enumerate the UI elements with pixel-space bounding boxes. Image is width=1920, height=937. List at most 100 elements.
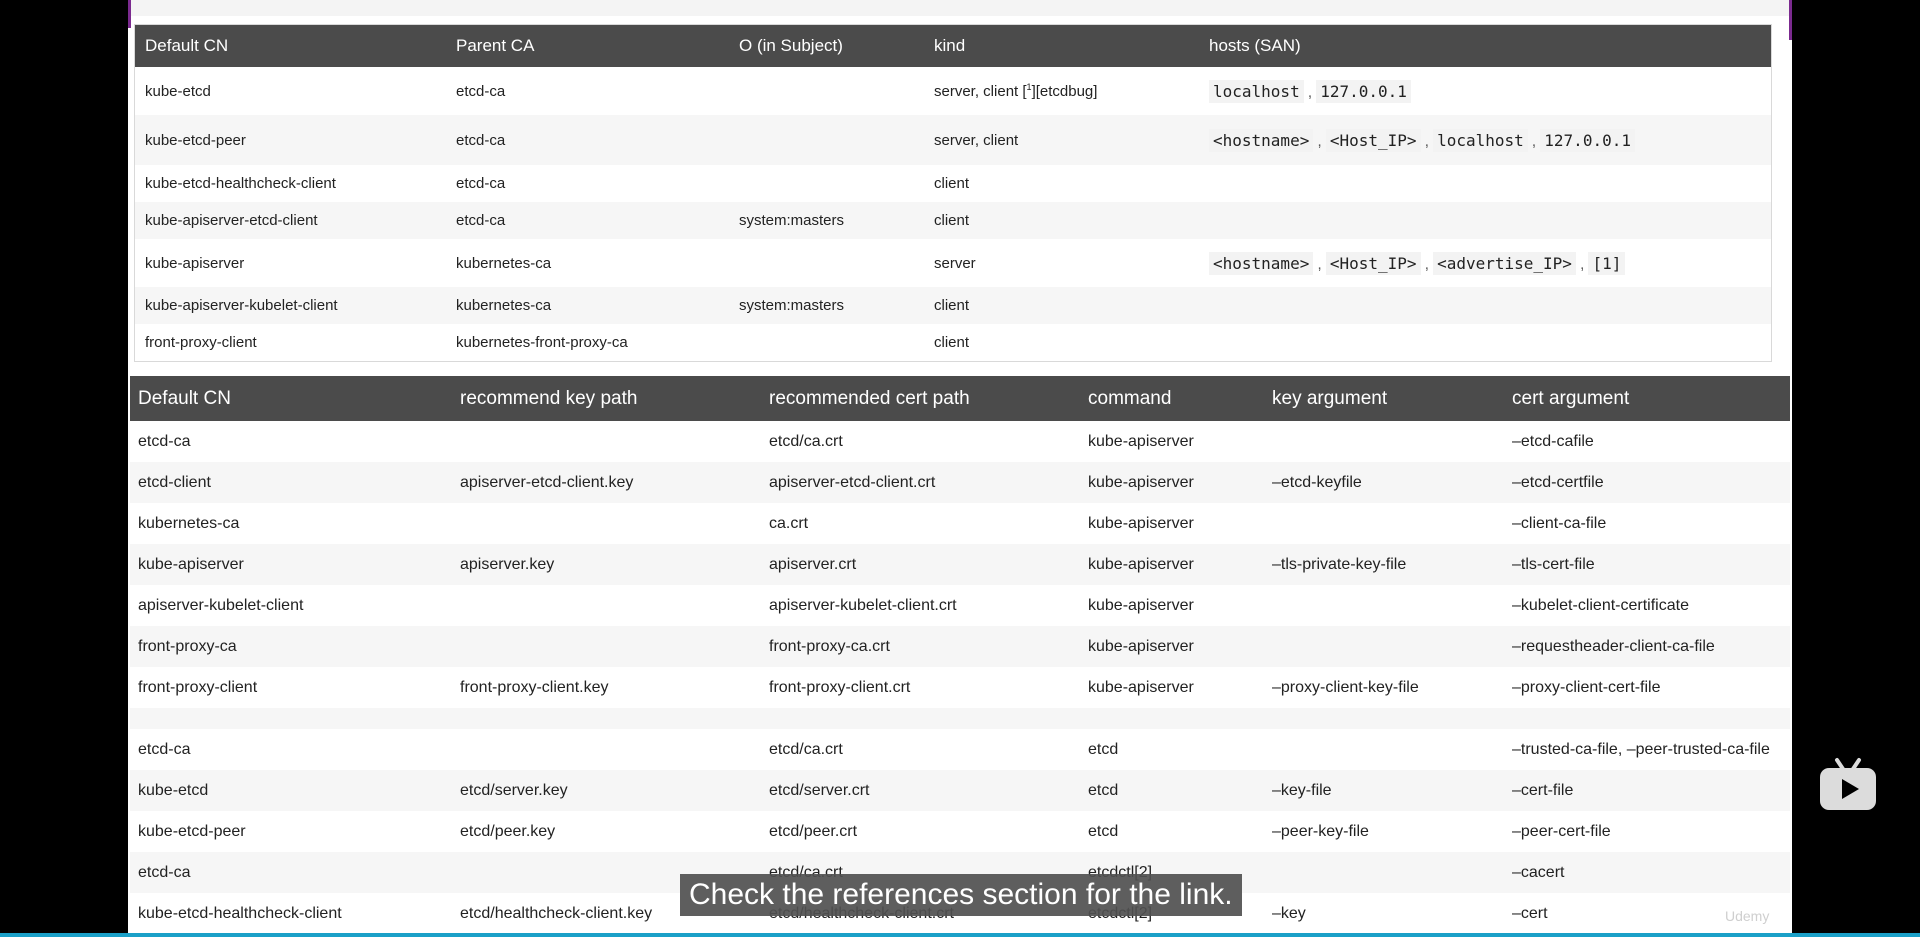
header-default-cn: Default CN — [130, 376, 452, 421]
cell-default-cn: kube-apiserver-etcd-client — [134, 202, 446, 239]
host-entry: localhost — [1209, 79, 1304, 103]
cell-cert-argument: –etcd-certfile — [1504, 462, 1790, 503]
cell-default-cn: kube-apiserver-kubelet-client — [134, 287, 446, 324]
udemy-watermark: Udemy — [1725, 908, 1770, 924]
cell-cert-argument: –client-ca-file — [1512, 514, 1607, 532]
cell-default-cn: apiserver-kubelet-client — [138, 596, 304, 614]
cell-default-cn: etcd-client — [130, 462, 452, 503]
host-entry: localhost — [1433, 128, 1528, 152]
cell-default-cn: etcd-ca — [138, 432, 191, 450]
bilibili-tv-icon-graphic — [1820, 758, 1876, 810]
accent-bar-right — [1789, 0, 1792, 40]
cell-key-path — [452, 503, 761, 544]
cell-kind: server — [934, 254, 976, 272]
cell-key-path — [452, 708, 761, 729]
cell-key-path: apiserver.key — [452, 544, 761, 585]
cell-cert-path: apiserver-etcd-client.crt — [761, 462, 1080, 503]
cell-hosts-san — [1199, 202, 1772, 239]
cell-parent-ca: kubernetes-front-proxy-ca — [456, 333, 628, 351]
cell-hosts-san: <hostname> , <Host_IP> , <advertise_IP> … — [1199, 239, 1772, 287]
cell-default-cn: kube-etcd-peer — [138, 822, 246, 840]
video-subtitle: Check the references section for the lin… — [680, 874, 1242, 916]
table2-row: etcd-ca etcd/ca.crt kube-apiserver –etcd-ca… — [130, 421, 1790, 462]
cell-key-path — [452, 421, 761, 462]
cell-cert-path: ca.crt — [769, 514, 809, 532]
cell-default-cn: kube-etcd-healthcheck-client — [138, 904, 342, 922]
cell-default-cn: kube-apiserver — [145, 254, 245, 272]
bilibili-tv-icon[interactable] — [1818, 756, 1878, 812]
cell-cert-path: apiserver.crt — [761, 544, 1080, 585]
cell-key-argument: –peer-key-file — [1272, 822, 1369, 840]
header-key-argument: key argument — [1264, 376, 1504, 421]
header-key-path: recommend key path — [452, 376, 761, 421]
cell-key-argument — [1264, 729, 1504, 770]
cell-cert-path: etcd/ca.crt — [769, 432, 843, 450]
header-command: command — [1080, 376, 1264, 421]
table2-row: front-proxy-ca front-proxy-ca.crt kube-api… — [130, 626, 1790, 667]
kind-text-suffix: ][etcdbug] — [1031, 83, 1098, 100]
cell-key-argument — [1264, 421, 1504, 462]
table2-spacer-row — [130, 708, 1790, 729]
cell-key-path: etcd/peer.key — [460, 822, 556, 840]
table1-row: kube-apiserver-kubelet-client kubernetes-… — [134, 287, 1772, 324]
cell-key-argument: –proxy-client-key-file — [1272, 678, 1419, 696]
cell-o-in-subject — [729, 67, 924, 115]
table1-row: kube-etcd-healthcheck-client etcd-ca clien… — [135, 165, 1772, 202]
cell-default-cn — [130, 708, 452, 729]
cell-cert-path: front-proxy-client.crt — [769, 678, 911, 696]
cell-command: kube-apiserver — [1088, 596, 1194, 614]
cell-cert-path — [761, 708, 1080, 729]
cell-hosts-san: <hostname> , <Host_IP> , localhost , 127… — [1199, 115, 1772, 165]
cell-cert-argument: –proxy-client-cert-file — [1512, 678, 1661, 696]
cell-key-argument: –key-file — [1264, 770, 1504, 811]
cell-kind: client — [924, 202, 1199, 239]
cell-command: kube-apiserver — [1088, 678, 1194, 696]
cell-hosts-san — [1199, 324, 1772, 361]
cell-hosts-san: localhost , 127.0.0.1 — [1199, 67, 1772, 115]
cell-cert-path: etcd/ca.crt — [769, 740, 843, 758]
host-entry: [1] — [1588, 251, 1626, 275]
cell-cert-argument: –cacert — [1504, 852, 1790, 893]
host-separator: , — [1303, 83, 1317, 101]
top-strip — [128, 0, 1792, 16]
host-entry: <hostname> — [1209, 251, 1314, 275]
cell-key-argument: –etcd-keyfile — [1264, 462, 1504, 503]
cell-command: kube-apiserver — [1088, 432, 1194, 450]
host-separator: , — [1527, 132, 1541, 150]
cell-parent-ca: kubernetes-ca — [446, 287, 729, 324]
table2-row: etcd-ca etcd/ca.crt etcd –trusted-ca-file, … — [130, 729, 1790, 770]
cell-kind: client — [934, 175, 970, 192]
cell-command: kube-apiserver — [1080, 462, 1264, 503]
table2-row: kube-etcd etcd/server.key etcd/server.crt e… — [130, 770, 1790, 811]
cell-key-argument — [1264, 585, 1504, 626]
cell-default-cn: etcd-ca — [138, 740, 191, 758]
host-separator: , — [1313, 132, 1326, 150]
cell-parent-ca: etcd-ca — [456, 175, 506, 192]
cell-kind: server, client [1][etcdbug] — [924, 67, 1199, 115]
header-cert-argument: cert argument — [1504, 376, 1790, 421]
cell-o-in-subject: system:masters — [729, 202, 924, 239]
table1-row: kube-apiserver kubernetes-ca server <hostna… — [135, 239, 1772, 287]
cell-parent-ca: kubernetes-ca — [456, 254, 552, 272]
cell-command: kube-apiserver — [1088, 514, 1194, 532]
cell-key-argument — [1264, 503, 1504, 544]
cell-default-cn: front-proxy-client — [138, 678, 258, 696]
header-o-in-subject: O (in Subject) — [729, 24, 924, 67]
cert-paths-table: Default CN recommend key path recommende… — [130, 376, 1790, 934]
cell-default-cn: kube-apiserver — [130, 544, 452, 585]
cell-key-path: front-proxy-client.key — [460, 678, 609, 696]
cell-cert-argument: –tls-cert-file — [1504, 544, 1790, 585]
host-entry: 127.0.0.1 — [1540, 128, 1635, 152]
cell-parent-ca: etcd-ca — [446, 202, 729, 239]
cell-key-argument: –key — [1272, 904, 1306, 922]
cell-cert-path: apiserver-kubelet-client.crt — [769, 596, 957, 614]
host-entry: <Host_IP> — [1325, 128, 1421, 152]
table2-row: etcd-client apiserver-etcd-client.key apis… — [130, 462, 1790, 503]
host-separator: , — [1420, 255, 1434, 273]
kind-text: server, client [ — [934, 83, 1027, 100]
cell-default-cn: kube-etcd — [130, 770, 452, 811]
cell-default-cn: etcd-ca — [130, 852, 452, 893]
cell-command: etcd — [1088, 822, 1119, 840]
progress-line — [0, 933, 1920, 937]
cell-default-cn: kubernetes-ca — [138, 514, 240, 532]
